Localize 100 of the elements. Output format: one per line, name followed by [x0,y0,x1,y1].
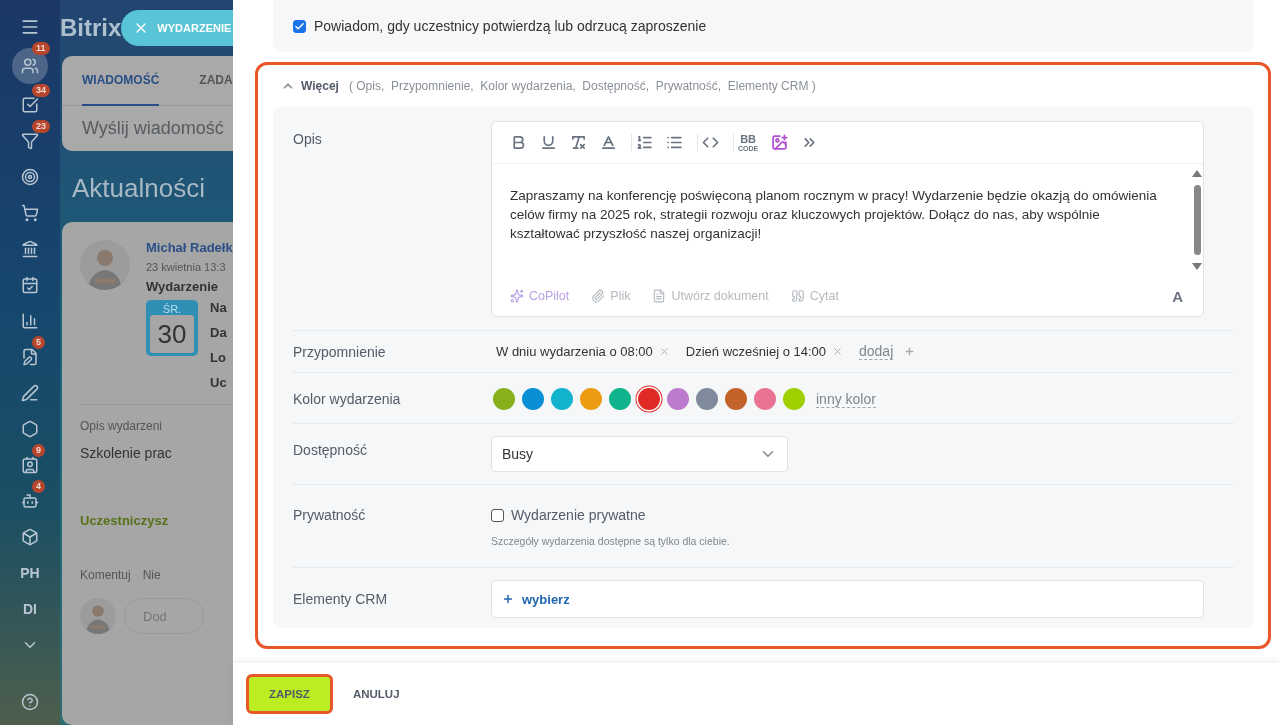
post-time: 23 kwietnia 13:3 [146,261,227,273]
paperclip-icon [591,289,606,303]
target-icon[interactable] [21,168,39,186]
more-summary: ( Opis, Przypomnienie, Kolor wydarzenia, Dostępność, Prywatność, Elementy CRM ) [348,79,816,93]
post-action[interactable]: Nie [142,568,161,582]
editor-action[interactable]: Utwórz dokument [652,289,769,303]
message-field[interactable]: Wyślij wiadomość [62,106,233,151]
scroll-up-icon[interactable] [1192,170,1202,177]
signature-icon[interactable] [21,384,39,402]
field-label: Kolor wydarzenia [293,391,402,407]
sidebar-item[interactable]: DI [23,601,37,617]
field-label: Dostępność [293,442,368,458]
field-label: Przypomnienie [293,343,387,360]
sidebar-item[interactable]: PH [20,565,40,581]
add-link[interactable]: dodaj [859,343,894,360]
color-swatch[interactable] [754,388,776,410]
scroll-down-icon[interactable] [1192,263,1202,270]
availability-select[interactable]: Busy [491,436,788,472]
text-editor[interactable] [491,121,1204,317]
select-link[interactable]: wybierz [522,591,570,607]
count-badge: 4 [32,480,45,493]
logo: Bitrix [60,14,122,42]
hint-text: Szczegóły wydarzenia dostępne są tylko dla ciebie. [491,535,731,547]
description-text: Zapraszamy na konferencję poświęconą planom rocznym w pracy! Wydarzenie będzie okazją do omówienia celów firmy na 2025 rok, strategii rozwoju oraz kluczowych projektów. Dołącz do nas, aby wspólnie kształtować przyszłość naszej organizacji! [509,187,1158,243]
count-badge: 5 [32,336,45,349]
tasks-icon[interactable] [21,96,39,114]
plus-icon [502,593,514,605]
composer-tab[interactable]: WIADOMOŚĆ [82,56,160,106]
close-tab[interactable]: WYDARZENIE [121,10,233,46]
post-action[interactable]: Komentuj [80,568,131,582]
calendar-icon[interactable] [21,276,39,294]
crm-field[interactable]: wybierz [491,580,1204,618]
field-label: Opis [293,131,323,147]
bar-chart-icon[interactable] [21,312,39,330]
event-field-label: Na [210,300,227,315]
format-toggle[interactable]: A [1172,287,1183,305]
description-label: Opis wydarzeni [80,419,164,433]
attendance-status: Uczestniczysz [80,513,170,528]
color-swatch[interactable] [783,388,805,410]
count-badge: 34 [32,84,50,97]
underline-icon[interactable] [540,134,557,151]
box-icon[interactable] [21,528,39,546]
composer-tab[interactable]: ZADA [199,56,233,106]
code-icon[interactable] [702,134,719,151]
cancel-button[interactable]: ANULUJ [348,688,404,700]
other-color-link[interactable]: inny kolor [816,390,876,408]
feed-heading: Aktualności [71,172,206,205]
color-swatch[interactable] [638,388,660,410]
count-badge: 11 [32,42,50,55]
quote-icon [790,289,805,303]
author-name[interactable]: Michał Radełk [146,240,233,255]
document-edit-icon[interactable] [21,348,39,366]
funnel-icon[interactable] [21,132,39,150]
weekday: ŚR. [162,303,182,315]
field-label: Elementy CRM [293,591,389,607]
color-swatch[interactable] [580,388,602,410]
editor-action[interactable]: Plik [591,289,631,303]
scrollbar-thumb[interactable] [1193,185,1201,255]
color-swatch[interactable] [609,388,631,410]
event-field-label: Da [210,325,227,340]
event-field-label: Lo [210,350,227,365]
contact-card-icon[interactable] [21,456,39,474]
post-type: Wydarzenie [146,279,219,294]
reminder-label: W dniu wydarzenia o 08:00 [496,344,653,359]
color-swatch[interactable] [725,388,747,410]
checkbox[interactable] [293,19,306,33]
help-icon[interactable] [21,693,39,711]
checkbox[interactable] [491,508,504,522]
bold-icon[interactable] [510,134,527,151]
menu-icon[interactable] [20,17,40,37]
checkbox-label: Powiadom, gdy uczestnicy potwierdzą lub odrzucą zaproszenie [314,18,707,34]
field-label: Prywatność [293,507,367,523]
clear-format-icon[interactable] [570,134,587,151]
stream-icon[interactable] [21,57,39,75]
editor-action[interactable]: CoPilot [510,289,570,303]
image-sparkle-icon[interactable] [771,134,789,151]
event-field-label: Uc [210,375,227,390]
cart-icon[interactable] [21,204,39,222]
color-swatch[interactable] [493,388,515,410]
editor-action[interactable]: Cytat [790,289,839,303]
color-swatch[interactable] [522,388,544,410]
color-swatch[interactable] [696,388,718,410]
reminder-label: Dzień wcześniej o 14:00 [685,344,826,359]
color-swatch[interactable] [667,388,689,410]
description-text: Szkolenie prac [80,445,173,461]
save-button[interactable]: ZAPISZ [246,674,333,714]
day-number: 30 [150,315,194,353]
color-swatch[interactable] [551,388,573,410]
count-badge: 9 [32,444,45,457]
document-icon [652,289,667,303]
bullet-list-icon[interactable] [666,134,683,151]
numbered-list-icon[interactable] [636,134,653,151]
bank-icon[interactable] [21,240,39,258]
copilot-icon [510,289,524,303]
hexagon-icon[interactable] [21,420,39,438]
text-color-icon[interactable] [600,134,617,151]
checkbox-label: Wydarzenie prywatne [511,507,646,523]
more-toggle[interactable]: Więcej [301,79,339,93]
robot-icon[interactable] [21,492,39,510]
count-badge: 23 [32,120,50,133]
